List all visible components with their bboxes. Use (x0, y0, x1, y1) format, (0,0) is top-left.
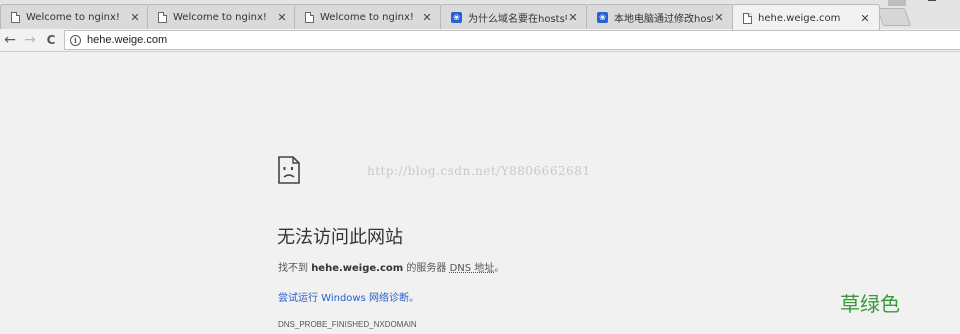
tab-title: Welcome to nginx! (320, 12, 414, 23)
browser-toolbar: ← → C i hehe.weige.com (0, 29, 960, 52)
close-icon[interactable]: ✕ (713, 11, 725, 24)
sad-page-icon (278, 156, 300, 184)
tab-nginx-3[interactable]: Welcome to nginx! ✕ (294, 4, 442, 30)
tab-nginx-1[interactable]: Welcome to nginx! ✕ (0, 4, 150, 30)
info-icon[interactable]: i (70, 34, 81, 46)
paw-icon: ❀ (597, 12, 608, 23)
tab-nginx-2[interactable]: Welcome to nginx! ✕ (147, 4, 297, 30)
error-code: DNS_PROBE_FINISHED_NXDOMAIN (278, 320, 417, 329)
reload-button[interactable]: C (43, 32, 59, 48)
close-icon[interactable]: ✕ (567, 11, 579, 24)
error-heading: 无法访问此网站 (277, 227, 403, 248)
page-icon (158, 12, 167, 23)
close-icon[interactable]: ✕ (129, 11, 141, 24)
error-page: http://blog.csdn.net/Y8806662681 无法访问此网站… (0, 52, 960, 334)
tab-title: hehe.weige.com (758, 12, 841, 24)
desc-suffix: 。 (494, 263, 505, 274)
tab-title: 本地电脑通过修改hosts (614, 14, 713, 25)
tab-title: 为什么域名要在hosts中 (468, 14, 567, 25)
page-icon (305, 12, 314, 23)
watermark-text: http://blog.csdn.net/Y8806662681 (367, 164, 591, 178)
close-icon[interactable]: ✕ (276, 11, 288, 24)
tab-title: Welcome to nginx! (173, 12, 267, 23)
close-icon[interactable]: ✕ (421, 11, 433, 24)
url-text[interactable]: hehe.weige.com (87, 34, 167, 46)
page-icon (11, 12, 20, 23)
tab-hosts-edit[interactable]: ❀ 本地电脑通过修改hosts ✕ (586, 4, 734, 30)
address-bar[interactable]: i hehe.weige.com (64, 30, 960, 50)
page-icon (743, 12, 752, 24)
minimize-icon[interactable] (928, 0, 936, 1)
forward-button[interactable]: → (22, 32, 38, 48)
error-description: 找不到 hehe.weige.com 的服务器 DNS 地址。 (278, 259, 504, 274)
tab-title: Welcome to nginx! (26, 12, 120, 23)
window-profile-button[interactable] (888, 0, 906, 6)
back-button[interactable]: ← (2, 32, 18, 48)
close-icon[interactable]: ✕ (859, 12, 871, 25)
desc-middle: 的服务器 (403, 263, 450, 274)
paw-icon: ❀ (451, 12, 462, 23)
tab-strip: Welcome to nginx! ✕ Welcome to nginx! ✕ … (0, 0, 960, 30)
corner-annotation: 草绿色 (840, 292, 900, 316)
desc-dns[interactable]: DNS 地址 (450, 263, 495, 274)
network-diagnostics-link[interactable]: 尝试运行 Windows 网络诊断。 (278, 289, 419, 304)
new-tab-button[interactable] (876, 8, 912, 26)
tab-hosts-question[interactable]: ❀ 为什么域名要在hosts中 ✕ (440, 4, 588, 30)
desc-prefix: 找不到 (278, 263, 312, 274)
desc-host: hehe.weige.com (311, 263, 404, 274)
tab-hehe-weige[interactable]: hehe.weige.com ✕ (732, 4, 880, 30)
